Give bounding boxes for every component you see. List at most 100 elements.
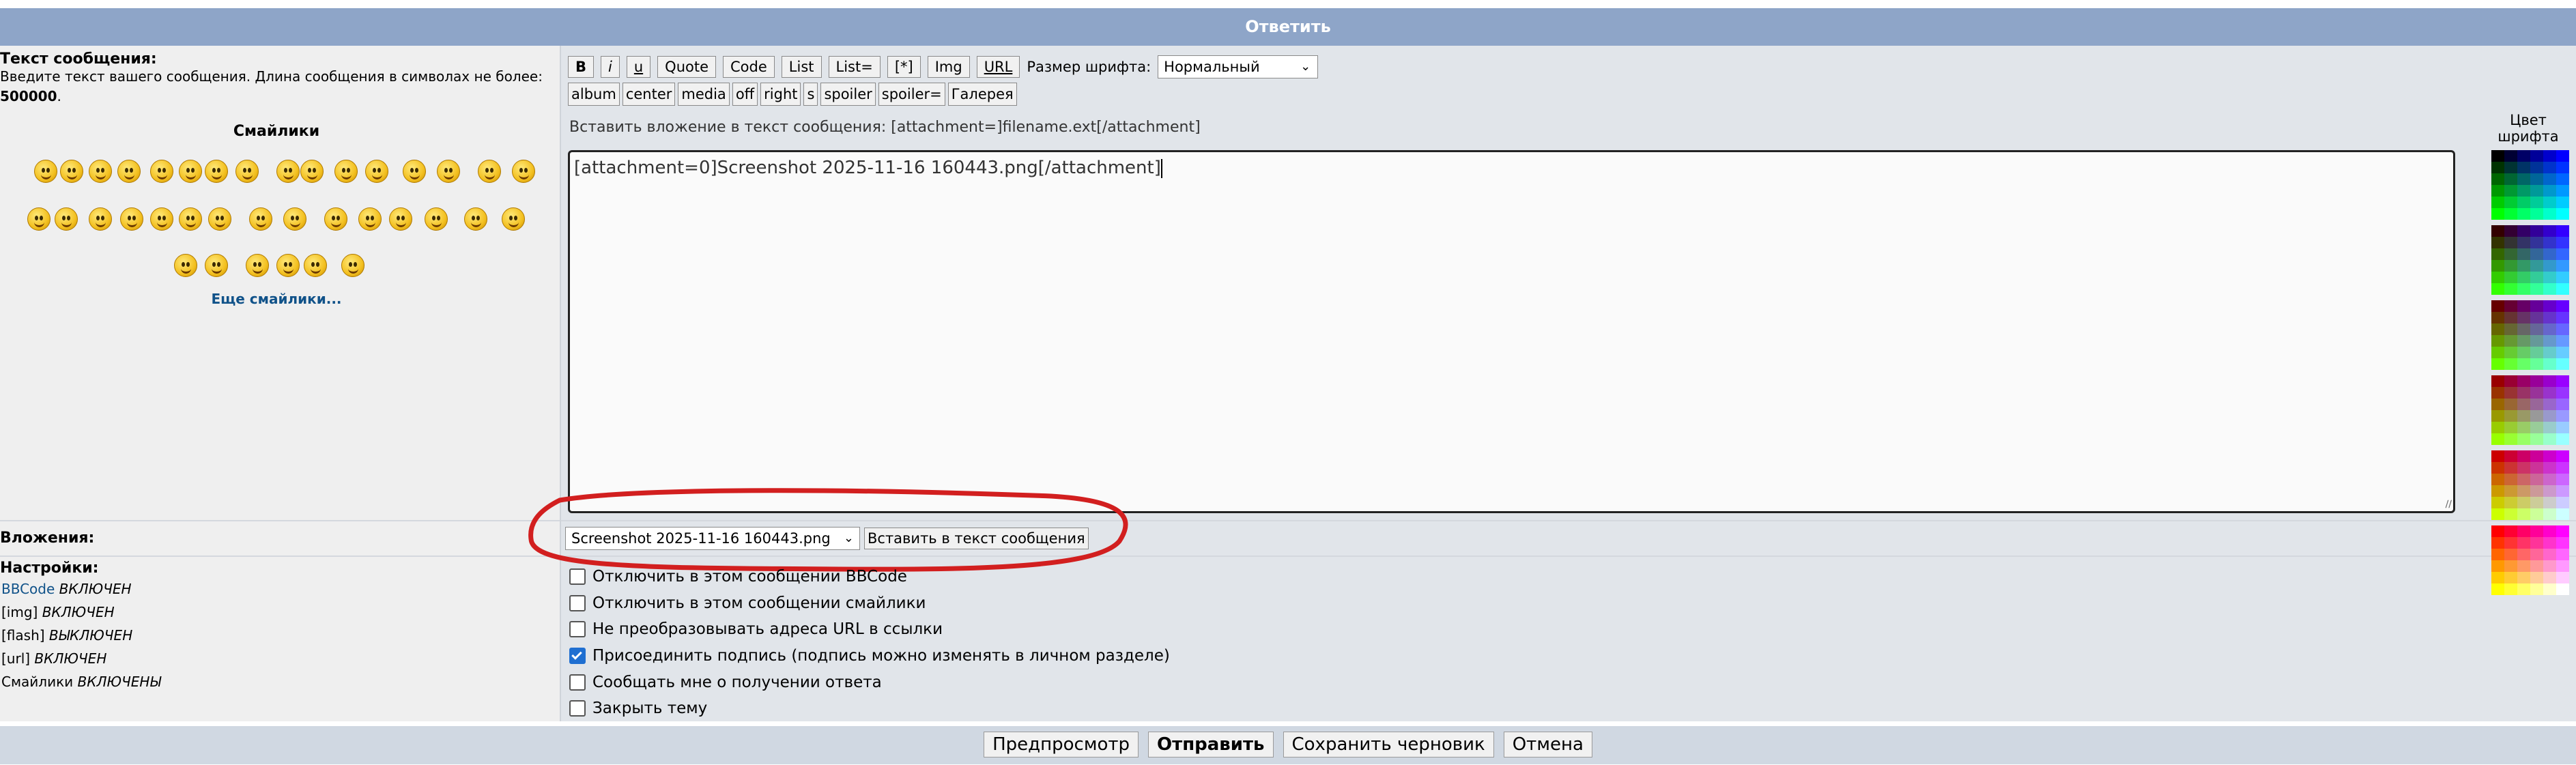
color-swatch[interactable] [2530, 237, 2543, 248]
list-item-button[interactable]: [*] [887, 56, 921, 78]
color-swatch[interactable] [2530, 422, 2543, 433]
color-swatch[interactable] [2556, 150, 2569, 162]
color-swatch[interactable] [2491, 248, 2504, 260]
color-swatch[interactable] [2517, 323, 2530, 335]
color-swatch[interactable] [2491, 387, 2504, 399]
color-swatch[interactable] [2530, 150, 2543, 162]
color-swatch[interactable] [2530, 508, 2543, 520]
color-swatch[interactable] [2556, 387, 2569, 399]
color-swatch[interactable] [2530, 462, 2543, 474]
smiley-icon[interactable] [512, 160, 535, 183]
color-swatch[interactable] [2530, 300, 2543, 312]
color-swatch[interactable] [2517, 572, 2530, 583]
color-swatch[interactable] [2491, 474, 2504, 485]
color-swatch[interactable] [2530, 358, 2543, 370]
smiley-icon[interactable] [464, 207, 487, 231]
color-swatch[interactable] [2543, 197, 2556, 208]
color-swatch[interactable] [2517, 173, 2530, 185]
color-swatch[interactable] [2543, 450, 2556, 462]
color-swatch[interactable] [2530, 525, 2543, 537]
option-checkbox[interactable] [569, 568, 586, 586]
color-swatch[interactable] [2491, 347, 2504, 358]
color-swatch[interactable] [2556, 497, 2569, 508]
color-swatch[interactable] [2543, 237, 2556, 248]
color-swatch[interactable] [2504, 260, 2517, 272]
smiley-icon[interactable] [437, 160, 460, 183]
color-swatch[interactable] [2543, 323, 2556, 335]
color-swatch[interactable] [2556, 197, 2569, 208]
color-swatch[interactable] [2556, 462, 2569, 474]
color-swatch[interactable] [2556, 272, 2569, 283]
color-swatch[interactable] [2543, 162, 2556, 173]
color-swatch[interactable] [2491, 335, 2504, 347]
color-swatch[interactable] [2491, 549, 2504, 560]
color-swatch[interactable] [2556, 525, 2569, 537]
color-swatch[interactable] [2517, 560, 2530, 572]
color-swatch[interactable] [2543, 549, 2556, 560]
color-swatch[interactable] [2543, 474, 2556, 485]
color-swatch[interactable] [2543, 572, 2556, 583]
color-swatch[interactable] [2543, 410, 2556, 422]
color-swatch[interactable] [2556, 422, 2569, 433]
color-swatch[interactable] [2517, 150, 2530, 162]
color-swatch[interactable] [2504, 185, 2517, 197]
smiley-icon[interactable] [235, 160, 259, 183]
resize-handle-icon[interactable]: ∕∕ [2446, 499, 2452, 510]
color-swatch[interactable] [2556, 173, 2569, 185]
color-swatch[interactable] [2556, 583, 2569, 595]
color-swatch[interactable] [2556, 335, 2569, 347]
color-swatch[interactable] [2491, 323, 2504, 335]
color-swatch[interactable] [2530, 312, 2543, 323]
img-button[interactable]: Img [927, 56, 970, 78]
save-draft-button[interactable]: Сохранить черновик [1283, 732, 1494, 757]
font-size-select[interactable]: Нормальный ⌄ [1158, 55, 1319, 78]
color-swatch[interactable] [2504, 387, 2517, 399]
color-swatch[interactable] [2543, 462, 2556, 474]
smiley-icon[interactable] [205, 254, 228, 277]
color-swatch[interactable] [2517, 474, 2530, 485]
color-swatch[interactable] [2543, 525, 2556, 537]
color-swatch[interactable] [2530, 399, 2543, 410]
color-swatch[interactable] [2504, 422, 2517, 433]
color-swatch[interactable] [2556, 162, 2569, 173]
color-swatch[interactable] [2517, 272, 2530, 283]
color-swatch[interactable] [2556, 450, 2569, 462]
color-swatch[interactable] [2556, 260, 2569, 272]
smiley-icon[interactable] [358, 207, 382, 231]
smiley-icon[interactable] [276, 160, 300, 183]
color-swatch[interactable] [2491, 450, 2504, 462]
color-swatch[interactable] [2491, 433, 2504, 445]
color-swatch[interactable] [2517, 260, 2530, 272]
color-swatch[interactable] [2491, 462, 2504, 474]
smiley-icon[interactable] [55, 207, 78, 231]
color-swatch[interactable] [2530, 450, 2543, 462]
quote-button[interactable]: Quote [657, 56, 717, 78]
color-swatch[interactable] [2530, 485, 2543, 497]
color-swatch[interactable] [2491, 283, 2504, 295]
color-swatch[interactable] [2491, 185, 2504, 197]
color-swatch[interactable] [2556, 208, 2569, 220]
color-swatch[interactable] [2491, 150, 2504, 162]
color-swatch[interactable] [2543, 272, 2556, 283]
color-swatch[interactable] [2556, 549, 2569, 560]
option-label[interactable]: Присоединить подпись (подпись можно изме… [592, 646, 1170, 666]
color-swatch[interactable] [2517, 185, 2530, 197]
color-swatch[interactable] [2530, 410, 2543, 422]
color-swatch[interactable] [2543, 358, 2556, 370]
smiley-icon[interactable] [120, 207, 143, 231]
color-swatch[interactable] [2543, 173, 2556, 185]
option-label[interactable]: Отключить в этом сообщении BBCode [592, 566, 907, 587]
color-swatch[interactable] [2504, 508, 2517, 520]
color-swatch[interactable] [2504, 358, 2517, 370]
color-swatch[interactable] [2504, 537, 2517, 549]
color-swatch[interactable] [2491, 358, 2504, 370]
color-swatch[interactable] [2530, 173, 2543, 185]
color-swatch[interactable] [2504, 410, 2517, 422]
smiley-icon[interactable] [34, 160, 57, 183]
center-button[interactable]: center [622, 83, 676, 106]
color-swatch[interactable] [2517, 248, 2530, 260]
bold-button[interactable]: B [568, 56, 595, 78]
color-swatch[interactable] [2517, 225, 2530, 237]
off-button[interactable]: off [732, 83, 758, 106]
smiley-icon[interactable] [89, 160, 112, 183]
